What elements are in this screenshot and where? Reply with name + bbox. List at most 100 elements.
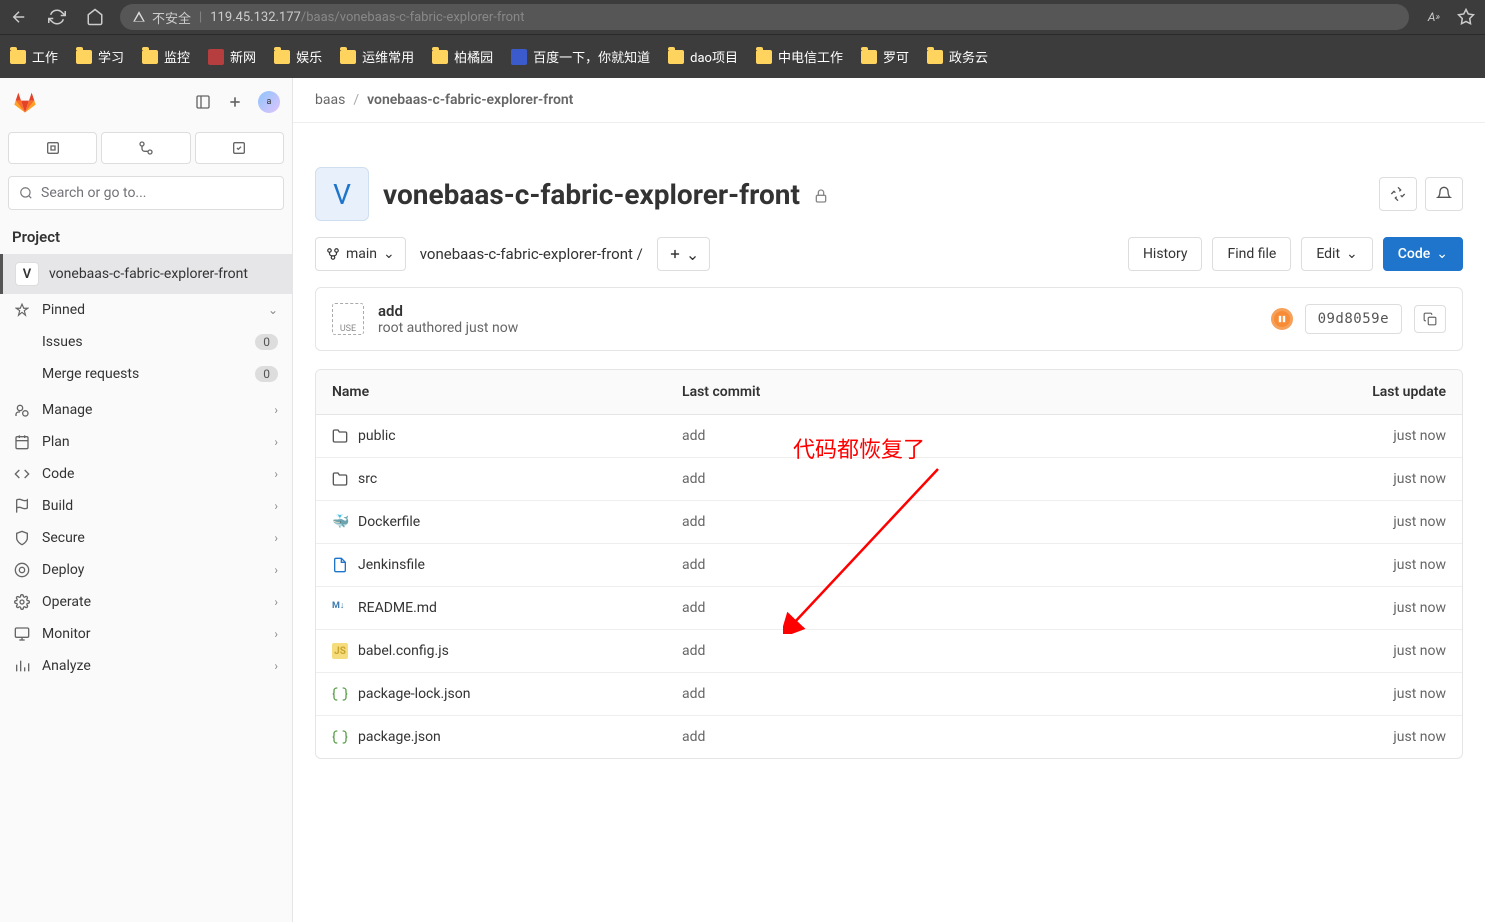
branch-selector[interactable]: main ⌄ bbox=[315, 237, 406, 271]
sidebar-pinned-item[interactable]: Merge requests0 bbox=[0, 358, 292, 390]
monitor-icon bbox=[14, 626, 30, 642]
last-commit-bar: USE add root authored just now 09d8059e bbox=[315, 287, 1463, 351]
annotation-arrow bbox=[783, 464, 963, 634]
browser-toolbar: 不安全 | 119.45.132.177/baas/vonebaas-c-fab… bbox=[0, 0, 1485, 34]
annotation-text: 代码都恢复了 bbox=[793, 432, 925, 464]
back-icon[interactable] bbox=[10, 8, 28, 26]
sidebar-item-deploy[interactable]: Deploy› bbox=[0, 554, 292, 586]
find-file-button[interactable]: Find file bbox=[1212, 237, 1291, 271]
bookmark-item[interactable]: 政务云 bbox=[927, 47, 988, 66]
sidebar-pinned-item[interactable]: Issues0 bbox=[0, 326, 292, 358]
count-badge: 0 bbox=[255, 334, 278, 350]
sidebar-item-monitor[interactable]: Monitor› bbox=[0, 618, 292, 650]
bookmark-item[interactable]: 运维常用 bbox=[340, 47, 414, 66]
sidebar-item-secure[interactable]: Secure› bbox=[0, 522, 292, 554]
lock-icon bbox=[813, 178, 829, 211]
breadcrumb-group[interactable]: baas bbox=[315, 92, 345, 108]
sidebar-item-manage[interactable]: Manage› bbox=[0, 394, 292, 426]
col-update: Last update bbox=[1296, 384, 1446, 400]
chevron-down-icon: ⌄ bbox=[383, 246, 395, 262]
address-security: 不安全 bbox=[152, 8, 191, 27]
sidebar-item-code[interactable]: Code› bbox=[0, 458, 292, 490]
sidebar-item-build[interactable]: Build› bbox=[0, 490, 292, 522]
folder-icon bbox=[861, 50, 877, 64]
folder-icon bbox=[340, 50, 356, 64]
code-button[interactable]: Code ⌄ bbox=[1383, 237, 1463, 271]
folder-icon bbox=[668, 50, 684, 64]
settings-button[interactable] bbox=[1379, 177, 1417, 211]
chevron-right-icon: › bbox=[274, 467, 278, 481]
folder-icon bbox=[142, 50, 158, 64]
folder-icon bbox=[756, 50, 772, 64]
project-big-avatar: V bbox=[315, 167, 369, 221]
merge-shortcut[interactable] bbox=[101, 132, 190, 164]
favorite-icon[interactable] bbox=[1457, 8, 1475, 26]
breadcrumb-project[interactable]: vonebaas-c-fabric-explorer-front bbox=[367, 92, 573, 108]
commit-sha[interactable]: 09d8059e bbox=[1305, 304, 1402, 334]
folder-icon bbox=[76, 50, 92, 64]
sidebar-pinned[interactable]: Pinned ⌄ bbox=[0, 294, 292, 326]
copy-sha-button[interactable] bbox=[1414, 305, 1446, 333]
plus-icon[interactable] bbox=[226, 93, 244, 111]
home-icon[interactable] bbox=[86, 8, 104, 26]
json-icon bbox=[332, 729, 348, 745]
gitlab-logo[interactable] bbox=[12, 90, 38, 114]
commit-message[interactable]: add bbox=[378, 302, 518, 320]
panel-icon[interactable] bbox=[194, 93, 212, 111]
build-icon bbox=[14, 498, 30, 514]
avatar-icon[interactable]: a bbox=[258, 91, 280, 113]
address-host: 119.45.132.177 bbox=[210, 10, 301, 25]
chevron-right-icon: › bbox=[274, 627, 278, 641]
todo-shortcut[interactable] bbox=[195, 132, 284, 164]
sidebar-item-operate[interactable]: Operate› bbox=[0, 586, 292, 618]
bookmark-item[interactable]: 百度一下，你就知道 bbox=[511, 47, 650, 66]
sidebar: a Search or go to... Project V vonebaas-… bbox=[0, 78, 293, 922]
bookmark-item[interactable]: 工作 bbox=[10, 47, 58, 66]
bookmark-item[interactable]: 学习 bbox=[76, 47, 124, 66]
search-placeholder: Search or go to... bbox=[41, 185, 147, 201]
chevron-down-icon: ⌄ bbox=[268, 303, 278, 317]
sidebar-item-analyze[interactable]: Analyze› bbox=[0, 650, 292, 682]
manage-icon bbox=[14, 402, 30, 418]
chevron-right-icon: › bbox=[274, 563, 278, 577]
bookmark-item[interactable]: 娱乐 bbox=[274, 47, 322, 66]
pipeline-status-icon[interactable] bbox=[1271, 308, 1293, 330]
section-title: Project bbox=[0, 216, 292, 254]
table-row[interactable]: package.jsonaddjust now bbox=[316, 716, 1462, 758]
bookmark-item[interactable]: 罗可 bbox=[861, 47, 909, 66]
table-row[interactable]: JSbabel.config.jsaddjust now bbox=[316, 630, 1462, 673]
commit-meta: root authored just now bbox=[378, 320, 518, 336]
read-aloud-icon[interactable]: A» bbox=[1425, 8, 1443, 26]
plan-icon bbox=[14, 434, 30, 450]
table-row[interactable]: package-lock.jsonaddjust now bbox=[316, 673, 1462, 716]
chevron-down-icon: ⌄ bbox=[1436, 246, 1448, 262]
site-icon bbox=[511, 49, 527, 65]
chevron-right-icon: › bbox=[274, 499, 278, 513]
refresh-icon[interactable] bbox=[48, 8, 66, 26]
issues-shortcut[interactable] bbox=[8, 132, 97, 164]
bookmark-item[interactable]: 监控 bbox=[142, 47, 190, 66]
folder-icon bbox=[332, 471, 348, 487]
json-icon bbox=[332, 686, 348, 702]
edit-button[interactable]: Edit ⌄ bbox=[1301, 237, 1372, 271]
history-button[interactable]: History bbox=[1128, 237, 1203, 271]
bookmark-item[interactable]: 柏橘园 bbox=[432, 47, 493, 66]
search-input[interactable]: Search or go to... bbox=[8, 176, 284, 210]
site-icon bbox=[208, 49, 224, 65]
operate-icon bbox=[14, 594, 30, 610]
chevron-right-icon: › bbox=[274, 595, 278, 609]
breadcrumb: baas / vonebaas-c-fabric-explorer-front bbox=[293, 78, 1485, 123]
notify-button[interactable] bbox=[1425, 177, 1463, 211]
folder-icon bbox=[432, 50, 448, 64]
page-title: vonebaas-c-fabric-explorer-front bbox=[383, 178, 829, 211]
sidebar-project-item[interactable]: V vonebaas-c-fabric-explorer-front bbox=[0, 254, 292, 294]
address-bar[interactable]: 不安全 | 119.45.132.177/baas/vonebaas-c-fab… bbox=[120, 4, 1409, 30]
bookmark-item[interactable]: 新网 bbox=[208, 47, 256, 66]
pin-icon bbox=[14, 302, 30, 318]
bookmark-item[interactable]: 中电信工作 bbox=[756, 47, 843, 66]
bookmark-item[interactable]: dao项目 bbox=[668, 47, 738, 66]
chevron-right-icon: › bbox=[274, 435, 278, 449]
add-button[interactable]: ⌄ bbox=[657, 237, 710, 271]
md-icon: M↓ bbox=[332, 600, 348, 616]
sidebar-item-plan[interactable]: Plan› bbox=[0, 426, 292, 458]
